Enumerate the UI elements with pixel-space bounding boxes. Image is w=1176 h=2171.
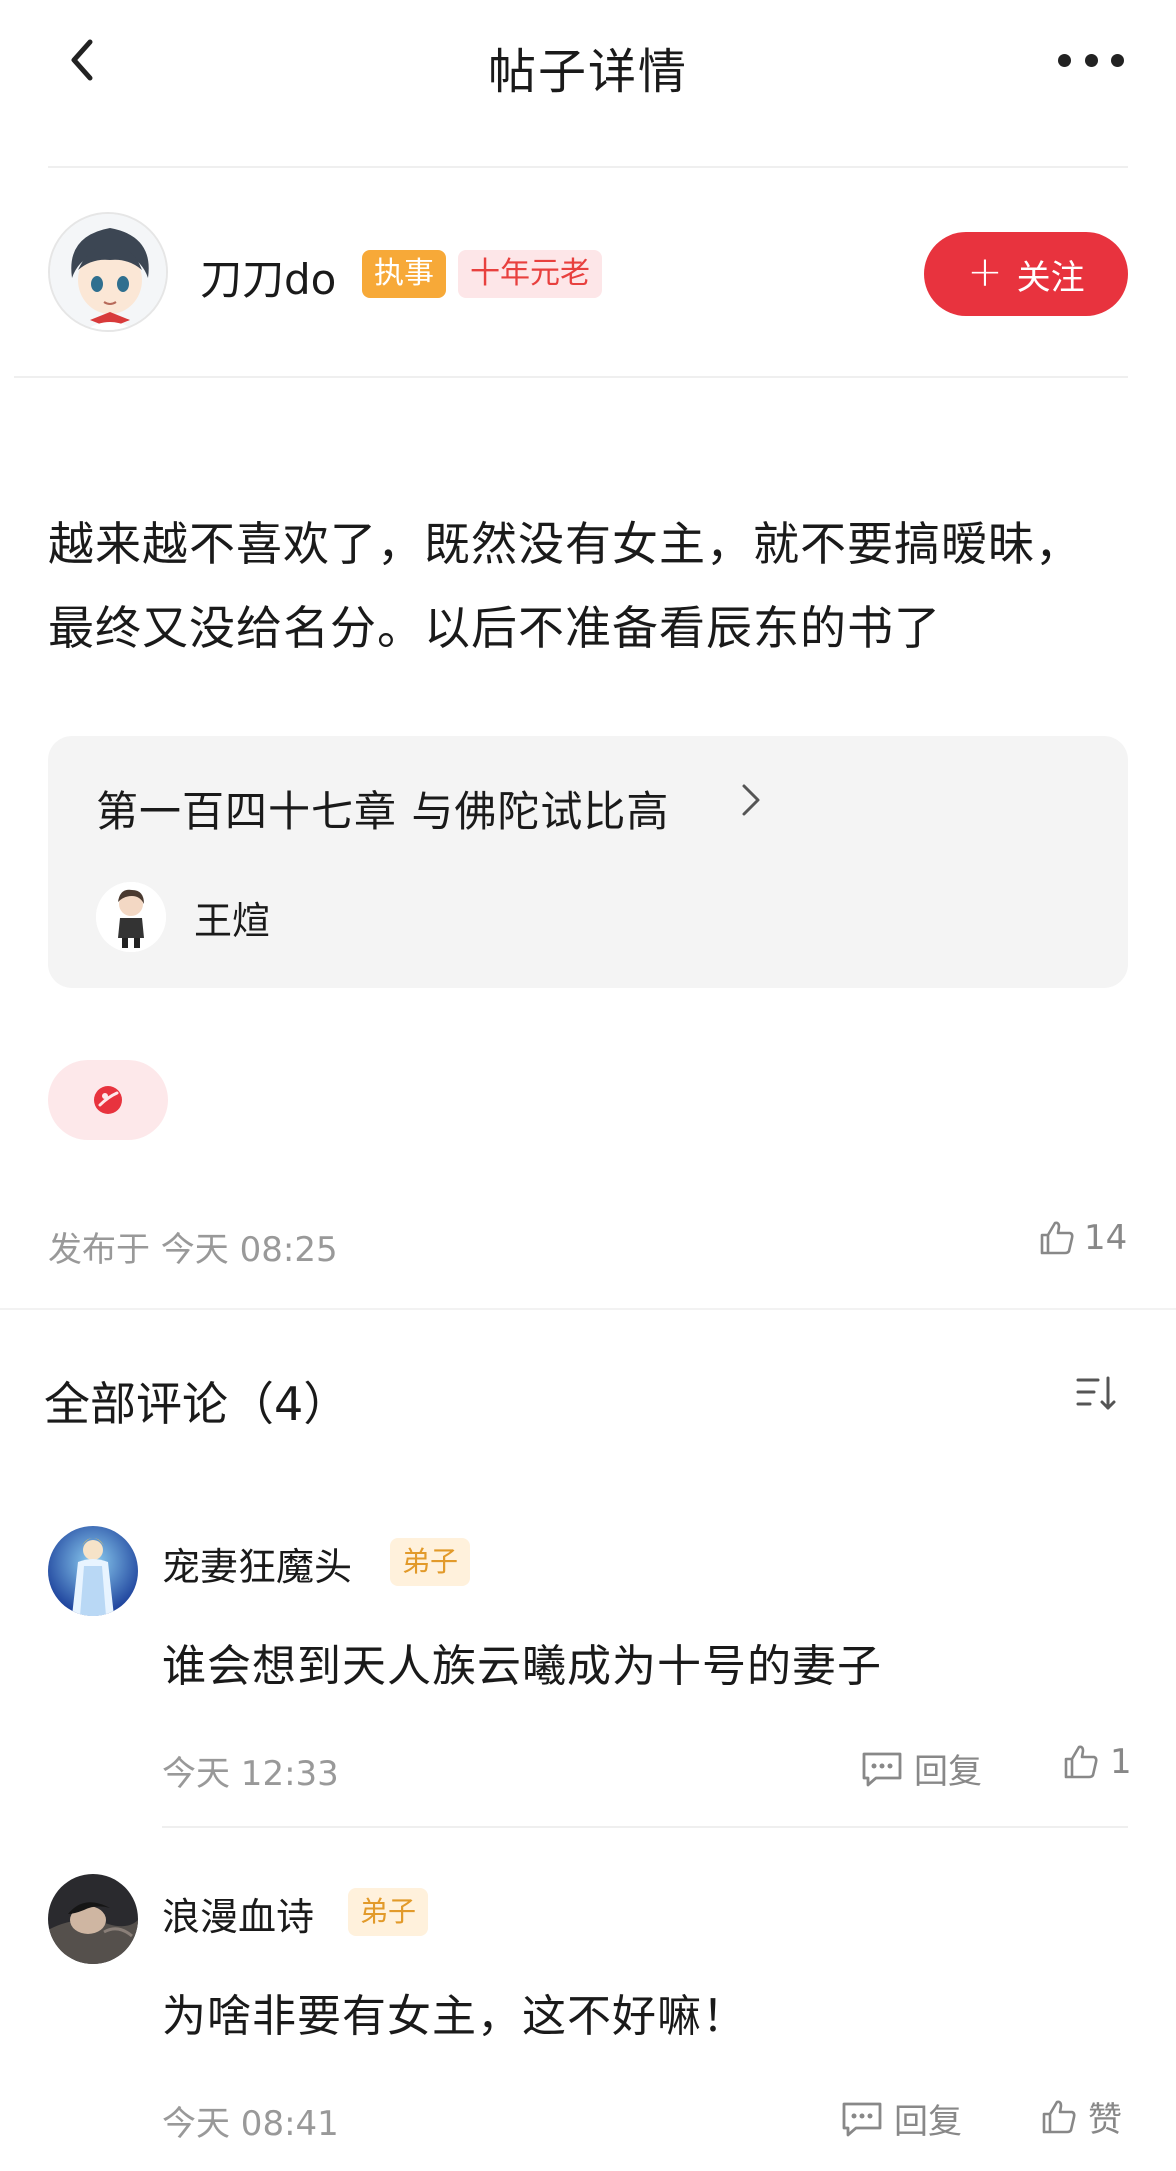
chapter-card[interactable]: 第一百四十七章 与佛陀试比高 王煊 bbox=[48, 736, 1128, 988]
thumb-up-icon bbox=[1042, 2100, 1076, 2133]
topic-tag[interactable] bbox=[48, 1060, 168, 1140]
commenter-badge: 弟子 bbox=[390, 1538, 471, 1586]
thumb-up-icon bbox=[1064, 1745, 1098, 1779]
more-icon bbox=[1058, 53, 1071, 67]
commenter-name[interactable]: 浪漫血诗 bbox=[162, 1886, 314, 1941]
post-like-button[interactable]: 14 bbox=[1038, 1218, 1127, 1258]
tag-icon bbox=[94, 1086, 122, 1114]
top-bar: 帖子详情 bbox=[0, 0, 1176, 168]
like-button[interactable]: 赞 bbox=[1040, 2092, 1122, 2141]
commenter-badge: 弟子 bbox=[348, 1888, 429, 1936]
thumb-up-icon bbox=[1040, 1221, 1074, 1255]
reply-icon bbox=[842, 2102, 882, 2136]
like-button[interactable]: 1 bbox=[1062, 1742, 1132, 1782]
reply-button[interactable]: 回复 bbox=[840, 2094, 962, 2143]
like-label: 赞 bbox=[1088, 2100, 1122, 2140]
character-name: 王煊 bbox=[194, 899, 271, 943]
commenter-avatar[interactable] bbox=[48, 1526, 138, 1616]
more-button[interactable] bbox=[1058, 44, 1124, 76]
chapter-title: 第一百四十七章 与佛陀试比高 bbox=[96, 787, 670, 836]
comment-text: 谁会想到天人族云曦成为十号的妻子 bbox=[162, 1641, 882, 1692]
post-like-count: 14 bbox=[1084, 1218, 1128, 1258]
commenter-avatar[interactable] bbox=[48, 1874, 138, 1964]
section-divider bbox=[0, 1308, 1176, 1310]
author-avatar[interactable] bbox=[48, 212, 168, 332]
veteran-badge: 十年元老 bbox=[458, 250, 602, 298]
sort-icon[interactable] bbox=[1076, 1374, 1120, 1414]
author-name[interactable]: 刀刀do bbox=[200, 246, 336, 307]
follow-label: 关注 bbox=[1016, 257, 1085, 298]
publish-time: 发布于 今天 08:25 bbox=[48, 1230, 338, 1270]
header-divider bbox=[48, 166, 1128, 168]
follow-button[interactable]: + 关注 bbox=[924, 232, 1128, 316]
commenter-name[interactable]: 宠妻狂魔头 bbox=[162, 1536, 352, 1591]
chevron-right-icon bbox=[740, 778, 764, 832]
reply-label: 回复 bbox=[914, 1752, 982, 1792]
character-avatar bbox=[96, 882, 166, 952]
comment-time: 今天 08:41 bbox=[162, 2104, 339, 2144]
comment-text: 为啥非要有女主，这不好嘛！ bbox=[162, 1991, 747, 2042]
comments-title: 全部评论（4） bbox=[44, 1377, 350, 1431]
plus-icon: + bbox=[967, 247, 1003, 296]
page-title: 帖子详情 bbox=[487, 44, 688, 100]
like-count: 1 bbox=[1110, 1742, 1132, 1782]
post-content: 越来越不喜欢了，既然没有女主，就不要搞暧昧，最终又没给名分。以后不准备看辰东的书… bbox=[48, 517, 1082, 655]
reply-button[interactable]: 回复 bbox=[860, 1744, 982, 1793]
comment-divider bbox=[162, 1826, 1128, 1828]
author-divider bbox=[14, 376, 1128, 378]
role-badge: 执事 bbox=[362, 250, 446, 298]
reply-icon bbox=[862, 1752, 902, 1786]
reply-label: 回复 bbox=[894, 2102, 962, 2142]
comment-time: 今天 12:33 bbox=[162, 1754, 339, 1794]
